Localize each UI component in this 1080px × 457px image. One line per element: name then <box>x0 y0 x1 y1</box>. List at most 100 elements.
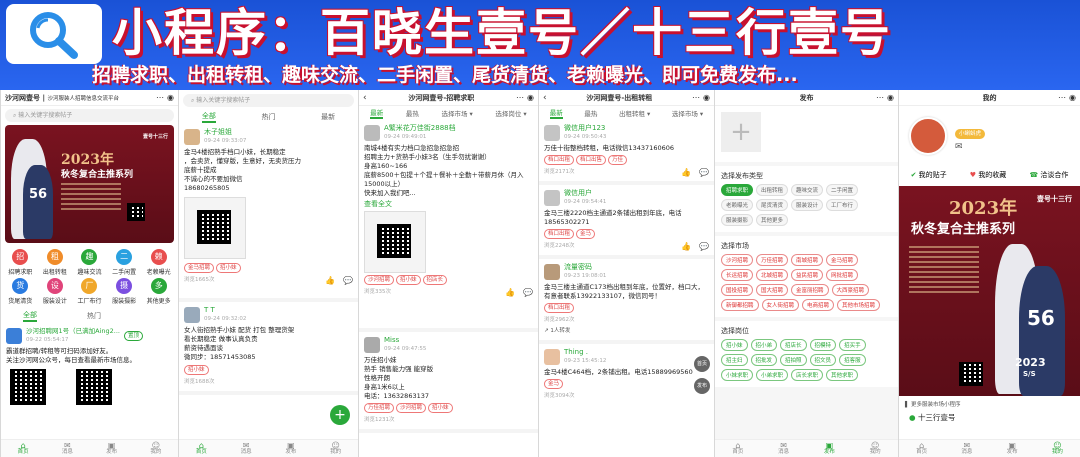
position-select[interactable]: 选择岗位 ▾ <box>495 108 526 118</box>
category-item[interactable]: 多其他更多 <box>141 278 176 305</box>
tab-publish[interactable]: ▣ 发布 <box>824 441 835 456</box>
market-chip[interactable]: 沙河招聘 <box>721 254 754 266</box>
post-tag[interactable]: 招小妹 <box>396 275 421 285</box>
avatar[interactable] <box>909 117 947 155</box>
more-dots-icon[interactable]: ⋯ <box>516 93 524 102</box>
type-chip[interactable]: 出租转租 <box>756 184 789 196</box>
my-favorites-button[interactable]: ♥ 我的收藏 <box>970 170 1007 180</box>
capsule-menu[interactable]: ⋯ ◉ <box>876 93 894 102</box>
job-chip[interactable]: 招文员 <box>809 354 837 366</box>
feed-post[interactable]: T T 09-24 09:32:02 女人街招熟手小妹 配货 打包 整理货架 看… <box>179 302 358 395</box>
type-chip[interactable]: 尾货清货 <box>756 199 789 211</box>
rental-post[interactable]: 微信用户 09-24 09:54:41 金马三楼2220档主通道2条铺出租到年底，… <box>539 185 714 259</box>
market-chip[interactable]: 其他市场招聘 <box>837 299 881 311</box>
market-chip[interactable]: 金马招聘 <box>826 254 859 266</box>
post-tag[interactable]: 档口出售 <box>576 155 607 165</box>
tab-mine[interactable]: ☺ 我的 <box>870 441 881 456</box>
post-tag[interactable]: 招小妹 <box>428 403 453 413</box>
post-tag[interactable]: 沙河招聘 <box>396 403 427 413</box>
capsule-menu[interactable]: ⋯ ◉ <box>692 93 710 102</box>
post-tag[interactable]: 招小妹 <box>216 263 241 273</box>
job-post[interactable]: A繁米花万佳街2888档 09-24 09:49:01 南城4楼有实力档口急招急… <box>359 120 538 332</box>
job-chip[interactable]: 招模特 <box>809 339 837 351</box>
like-icon[interactable]: 👍 <box>505 288 515 297</box>
job-chip[interactable]: 其他求职 <box>826 369 859 381</box>
read-more-link[interactable]: 查看全文 <box>364 200 533 209</box>
cooperation-button[interactable]: ☎ 洽谈合作 <box>1029 170 1068 180</box>
type-chip[interactable]: 服装设计 <box>791 199 824 211</box>
tab-hot[interactable]: 热门 <box>87 311 101 321</box>
post-tag[interactable]: 档口出租 <box>544 303 575 313</box>
add-post-button[interactable]: + <box>330 405 350 425</box>
promo-poster[interactable]: 56 2023年 秋冬复合主推系列 壹号十三行 <box>5 125 174 243</box>
job-chip[interactable]: 招批发 <box>750 354 778 366</box>
market-select[interactable]: 选择市场 ▾ <box>672 108 703 118</box>
tab-all[interactable]: 全部 <box>201 111 216 123</box>
capsule-menu[interactable]: ⋯ ◉ <box>516 93 534 102</box>
market-chip[interactable]: 万佳招聘 <box>756 254 789 266</box>
rental-post[interactable]: 微信用户123 09-24 09:50:43 万佳十街整档转租，电话微信13437… <box>539 120 714 185</box>
more-dots-icon[interactable]: ⋯ <box>156 93 164 102</box>
job-chip[interactable]: 招客服 <box>839 354 866 366</box>
rental-post[interactable]: 流量密码 09-23 19:08:01 金马三楼主通道C173档出租到年底，位置好… <box>539 259 714 344</box>
capsule-menu[interactable]: ⋯ ◉ <box>1058 93 1076 102</box>
post-tag[interactable]: 金马 <box>544 379 564 389</box>
tab-latest[interactable]: 最新 <box>370 107 384 119</box>
market-chip[interactable]: 南城招聘 <box>791 254 824 266</box>
close-circle-icon[interactable]: ◉ <box>167 93 174 102</box>
rental-post[interactable]: Thing . 09-23 15:45:12 金马4楼C464档，2条铺出租。电话… <box>539 344 714 405</box>
tab-messages[interactable]: ✉ 消息 <box>961 441 972 456</box>
tab-latest[interactable]: 最新 <box>549 107 563 119</box>
close-circle-icon[interactable]: ◉ <box>1069 93 1076 102</box>
post-tag[interactable]: 金马招聘 <box>184 263 215 273</box>
market-select[interactable]: 选择市场 ▾ <box>441 108 472 118</box>
post-image[interactable] <box>184 197 246 259</box>
close-circle-icon[interactable]: ◉ <box>887 93 894 102</box>
category-item[interactable]: 赖老赖曝光 <box>141 249 176 276</box>
tab-home[interactable]: ⌂ 首页 <box>196 441 207 456</box>
post-tag[interactable]: 档口出租 <box>544 155 575 165</box>
type-chip[interactable]: 其他更多 <box>756 214 789 226</box>
pinned-post[interactable]: 沙河招聘网1号（已满加Aing2... 09-22 05:54:17 置顶 霸道… <box>1 323 178 409</box>
post-tag[interactable]: 招店长 <box>422 275 448 285</box>
close-circle-icon[interactable]: ◉ <box>703 93 710 102</box>
tab-messages[interactable]: ✉ 消息 <box>62 441 73 456</box>
market-chip[interactable]: 网批招聘 <box>826 269 859 281</box>
job-chip[interactable]: 招店长 <box>780 339 807 351</box>
category-item[interactable]: 趣趣味交流 <box>72 249 107 276</box>
job-chip[interactable]: 招买手 <box>839 339 866 351</box>
category-item[interactable]: 二二手闲置 <box>107 249 142 276</box>
job-chip[interactable]: 小妹求职 <box>721 369 754 381</box>
comment-icon[interactable]: 💬 <box>699 168 709 177</box>
mini-app-link[interactable]: ● 十三行壹号 <box>899 410 1080 425</box>
job-chip[interactable]: 招拍照 <box>780 354 807 366</box>
market-chip[interactable]: 长运招聘 <box>721 269 754 281</box>
tab-hottest[interactable]: 最热 <box>584 108 597 118</box>
job-chip[interactable]: 店长求职 <box>791 369 824 381</box>
message-envelope-icon[interactable]: ✉ <box>955 142 987 152</box>
tab-home[interactable]: ⌂ 首页 <box>732 441 743 456</box>
like-icon[interactable]: 👍 <box>681 168 691 177</box>
feed-post[interactable]: 木子姐姐 09-24 09:33:07 金马4楼招熟手档口小妹，长期稳定 ，会卖… <box>179 124 358 302</box>
post-tag[interactable]: 档口出租 <box>544 229 575 239</box>
tab-mine[interactable]: ☺ 我的 <box>150 441 161 456</box>
post-image[interactable] <box>364 211 426 273</box>
type-chip[interactable]: 二手闲置 <box>826 184 859 196</box>
job-chip[interactable]: 招小弟 <box>750 339 778 351</box>
side-publish-button[interactable]: 发布 <box>694 378 710 394</box>
category-item[interactable]: 设服装设计 <box>38 278 73 305</box>
job-chip[interactable]: 招小妹 <box>721 339 748 351</box>
like-icon[interactable]: 👍 <box>681 242 691 251</box>
category-item[interactable]: 摄服装摄影 <box>107 278 142 305</box>
back-icon[interactable]: ‹ <box>363 93 367 103</box>
type-chip[interactable]: 服装摄影 <box>721 214 754 226</box>
job-chip[interactable]: 小弟求职 <box>756 369 789 381</box>
type-chip[interactable]: 工厂布行 <box>826 199 859 211</box>
like-icon[interactable]: 👍 <box>325 276 335 285</box>
my-posts-button[interactable]: ✔ 我的贴子 <box>911 170 947 180</box>
more-dots-icon[interactable]: ⋯ <box>1058 93 1066 102</box>
market-chip[interactable]: 电商招聘 <box>802 299 835 311</box>
add-image-button[interactable]: + <box>721 112 761 152</box>
tab-all[interactable]: 全部 <box>23 310 37 322</box>
category-item[interactable]: 货货尾清货 <box>3 278 38 305</box>
